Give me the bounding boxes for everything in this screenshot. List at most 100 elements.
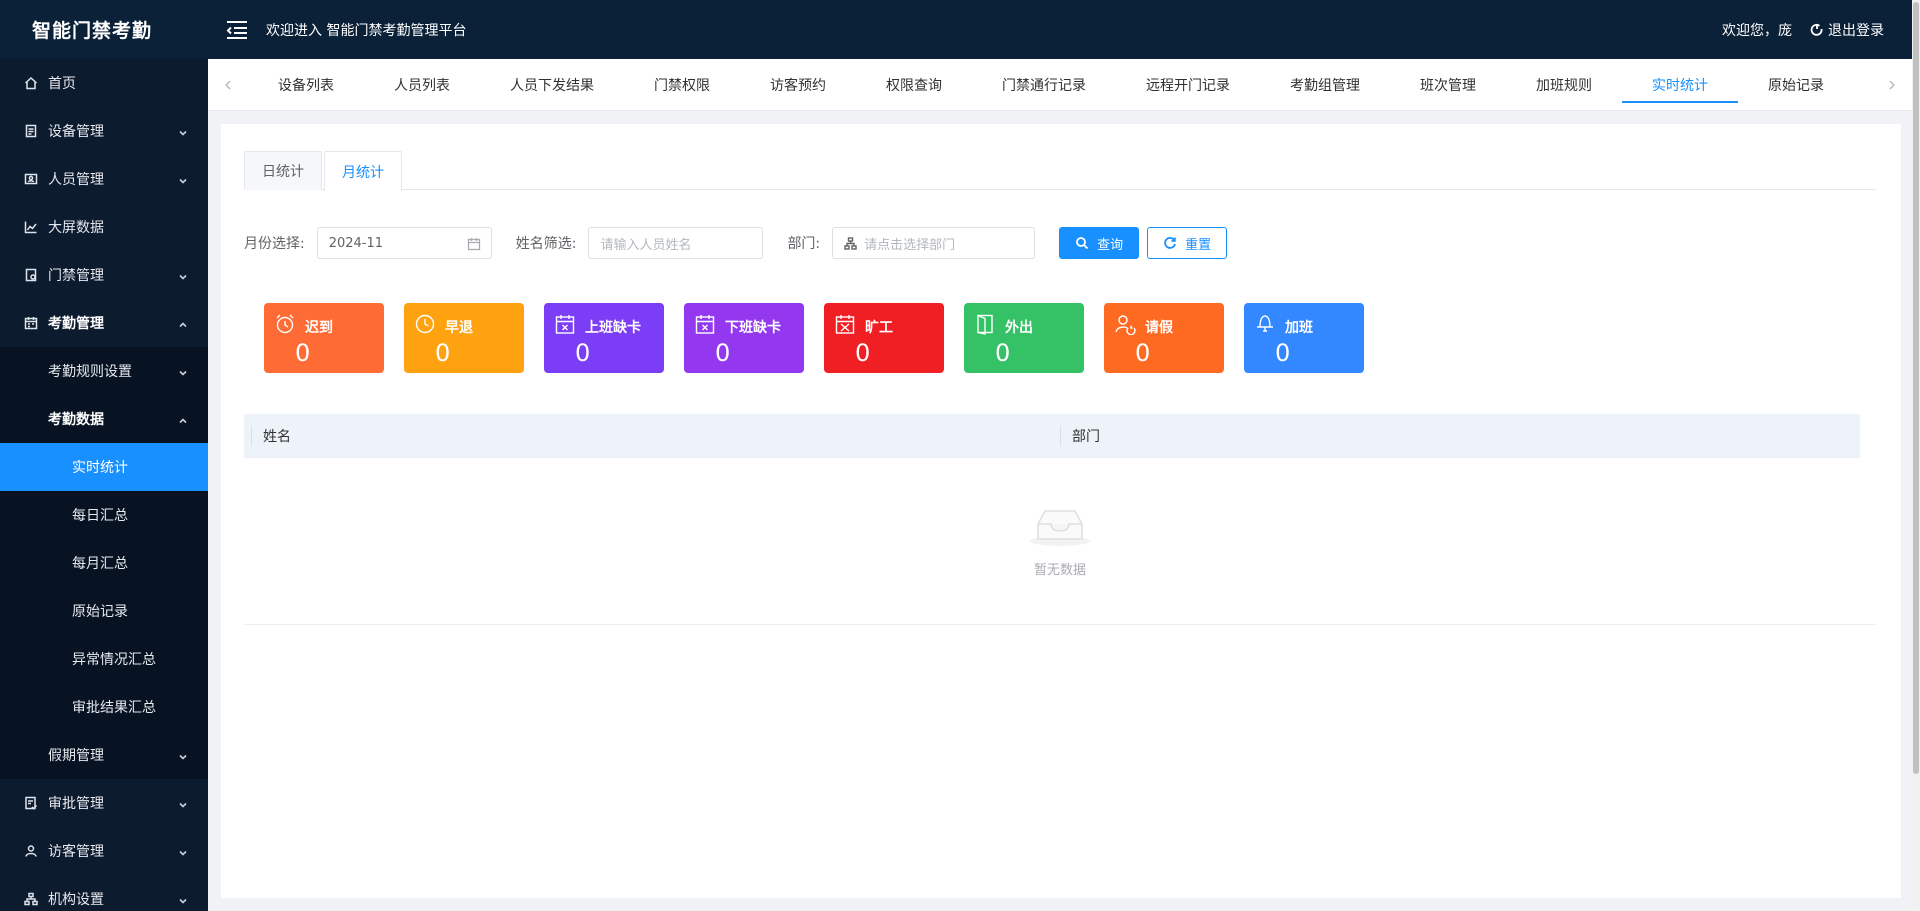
power-icon — [1810, 23, 1823, 36]
sidebar-item-label: 访客管理 — [48, 844, 104, 860]
department-label: 部门: — [787, 236, 821, 252]
sidebar-item-label: 首页 — [48, 76, 76, 92]
welcome-text: 欢迎您，庞 — [1722, 22, 1792, 39]
chevron-up-icon — [178, 414, 188, 424]
empty-text: 暂无数据 — [1033, 563, 1086, 578]
tab-7[interactable]: 远程开门记录 — [1116, 59, 1260, 111]
sidebar-item-attendance-rules[interactable]: 考勤规则设置 — [0, 347, 208, 395]
tab-0[interactable]: 设备列表 — [248, 59, 364, 111]
sidebar-item-label: 异常情况汇总 — [72, 652, 156, 668]
chevron-down-icon — [178, 174, 188, 184]
tab-11[interactable]: 实时统计 — [1622, 59, 1738, 111]
stat-card-0[interactable]: 迟到 0 — [264, 303, 384, 373]
sidebar-item-attendance-data[interactable]: 考勤数据 — [0, 395, 208, 443]
department-select[interactable]: 请点击选择部门 — [832, 227, 1036, 259]
scrollbar-thumb[interactable] — [1913, 2, 1919, 774]
tab-1[interactable]: 人员列表 — [364, 59, 480, 111]
calendar-icon — [467, 237, 481, 251]
table-empty-state: 暂无数据 — [244, 459, 1876, 625]
chevron-down-icon — [178, 366, 188, 376]
stat-value: 0 — [575, 339, 591, 367]
sidebar-item-approvals[interactable]: 审批管理 — [0, 779, 208, 827]
person-card-icon — [24, 172, 38, 186]
sidebar-item-devices[interactable]: 设备管理 — [0, 107, 208, 155]
sidebar-item-home[interactable]: 首页 — [0, 59, 208, 107]
query-button[interactable]: 查询 — [1059, 227, 1140, 259]
column-header-name[interactable]: 姓名 — [251, 425, 1060, 446]
sidebar-item-dashboard[interactable]: 大屏数据 — [0, 203, 208, 251]
top-header: 欢迎进入 智能门禁考勤管理平台 欢迎您，庞 退出登录 — [208, 0, 1920, 59]
tab-monthly-stats[interactable]: 月统计 — [324, 151, 402, 191]
sidebar-item-label: 机构设置 — [48, 892, 104, 908]
sidebar-item-access[interactable]: 门禁管理 — [0, 251, 208, 299]
page-scrollbar[interactable] — [1912, 0, 1920, 911]
device-icon — [24, 124, 38, 138]
main-content-card: 日统计 月统计 月份选择: 2024-11 姓名筛选: 请输入人员姓名 部门: 请… — [221, 124, 1901, 898]
stat-value: 0 — [295, 339, 311, 367]
sidebar-item-label: 每月汇总 — [72, 556, 128, 572]
month-picker[interactable]: 2024-11 — [316, 227, 492, 259]
sidebar-item-label: 原始记录 — [72, 604, 128, 620]
chevron-down-icon — [178, 846, 188, 856]
sidebar-item-visitors[interactable]: 访客管理 — [0, 827, 208, 875]
sidebar-item-label: 考勤数据 — [48, 412, 104, 428]
stat-value: 0 — [995, 339, 1011, 367]
menu-toggle-icon[interactable] — [226, 20, 248, 40]
alarm-clock-icon — [274, 313, 296, 335]
stat-card-5[interactable]: 外出 0 — [964, 303, 1084, 373]
sidebar-item-daily-summary[interactable]: 每日汇总 — [0, 491, 208, 539]
chevron-up-icon — [178, 318, 188, 328]
tab-12[interactable]: 原始记录 — [1738, 59, 1854, 111]
sidebar-item-label: 人员管理 — [48, 172, 104, 188]
tab-5[interactable]: 权限查询 — [856, 59, 972, 111]
stat-label: 旷工 — [865, 320, 893, 336]
table-header: 姓名 部门 — [244, 414, 1876, 458]
tab-2[interactable]: 人员下发结果 — [480, 59, 624, 111]
stat-label: 早退 — [445, 320, 473, 336]
name-filter-placeholder: 请输入人员姓名 — [600, 237, 692, 253]
stat-card-3[interactable]: 下班缺卡 0 — [684, 303, 804, 373]
person-leave-icon — [1114, 313, 1136, 336]
stat-card-7[interactable]: 加班 0 — [1244, 303, 1364, 373]
tab-10[interactable]: 加班规则 — [1506, 59, 1622, 111]
calendar-x-icon — [554, 313, 576, 335]
tab-4[interactable]: 访客预约 — [740, 59, 856, 111]
sidebar-item-monthly-summary[interactable]: 每月汇总 — [0, 539, 208, 587]
sidebar-item-realtime-stats[interactable]: 实时统计 — [0, 443, 208, 491]
logout-button[interactable]: 退出登录 — [1810, 20, 1884, 40]
name-filter-input[interactable]: 请输入人员姓名 — [588, 227, 764, 259]
page-tabs-bar: 设备列表 人员列表 人员下发结果 门禁权限 访客预约 权限查询 门禁通行记录 远程开门记录 考勤… — [208, 59, 1912, 111]
refresh-icon — [1164, 237, 1177, 249]
chevron-down-icon — [178, 798, 188, 808]
tabs-scroll-right-button[interactable] — [1872, 59, 1912, 111]
tab-8[interactable]: 考勤组管理 — [1260, 59, 1390, 111]
door-out-icon — [974, 313, 996, 335]
sidebar-item-approval-results[interactable]: 审批结果汇总 — [0, 683, 208, 731]
tab-9[interactable]: 班次管理 — [1390, 59, 1506, 111]
sidebar-item-label: 设备管理 — [48, 124, 104, 140]
sidebar-item-exceptions-summary[interactable]: 异常情况汇总 — [0, 635, 208, 683]
stat-card-6[interactable]: 请假 0 — [1104, 303, 1224, 373]
sidebar-item-label: 实时统计 — [72, 460, 128, 476]
calendar-x-icon — [694, 313, 716, 335]
sidebar-item-raw-records[interactable]: 原始记录 — [0, 587, 208, 635]
tab-6[interactable]: 门禁通行记录 — [972, 59, 1116, 111]
tabs-scroll-left-button[interactable] — [208, 59, 248, 111]
clock-icon — [414, 313, 436, 335]
reset-button[interactable]: 重置 — [1147, 227, 1228, 259]
stat-label: 外出 — [1005, 320, 1033, 336]
filter-bar: 月份选择: 2024-11 姓名筛选: 请输入人员姓名 部门: 请点击选择部门 … — [244, 227, 1228, 259]
reset-button-label: 重置 — [1185, 237, 1212, 253]
sidebar-item-attendance[interactable]: 考勤管理 — [0, 299, 208, 347]
stat-card-1[interactable]: 早退 0 — [404, 303, 524, 373]
sidebar-item-holidays[interactable]: 假期管理 — [0, 731, 208, 779]
stat-card-4[interactable]: 旷工 0 — [824, 303, 944, 373]
tab-daily-stats[interactable]: 日统计 — [244, 151, 322, 190]
sidebar-item-org-settings[interactable]: 机构设置 — [0, 875, 208, 911]
sidebar-item-personnel[interactable]: 人员管理 — [0, 155, 208, 203]
sidebar-item-label: 每日汇总 — [72, 508, 128, 524]
stats-period-tabs: 日统计 月统计 — [244, 151, 1876, 191]
stat-card-2[interactable]: 上班缺卡 0 — [544, 303, 664, 373]
column-header-department[interactable]: 部门 — [1060, 425, 1100, 446]
tab-3[interactable]: 门禁权限 — [624, 59, 740, 111]
